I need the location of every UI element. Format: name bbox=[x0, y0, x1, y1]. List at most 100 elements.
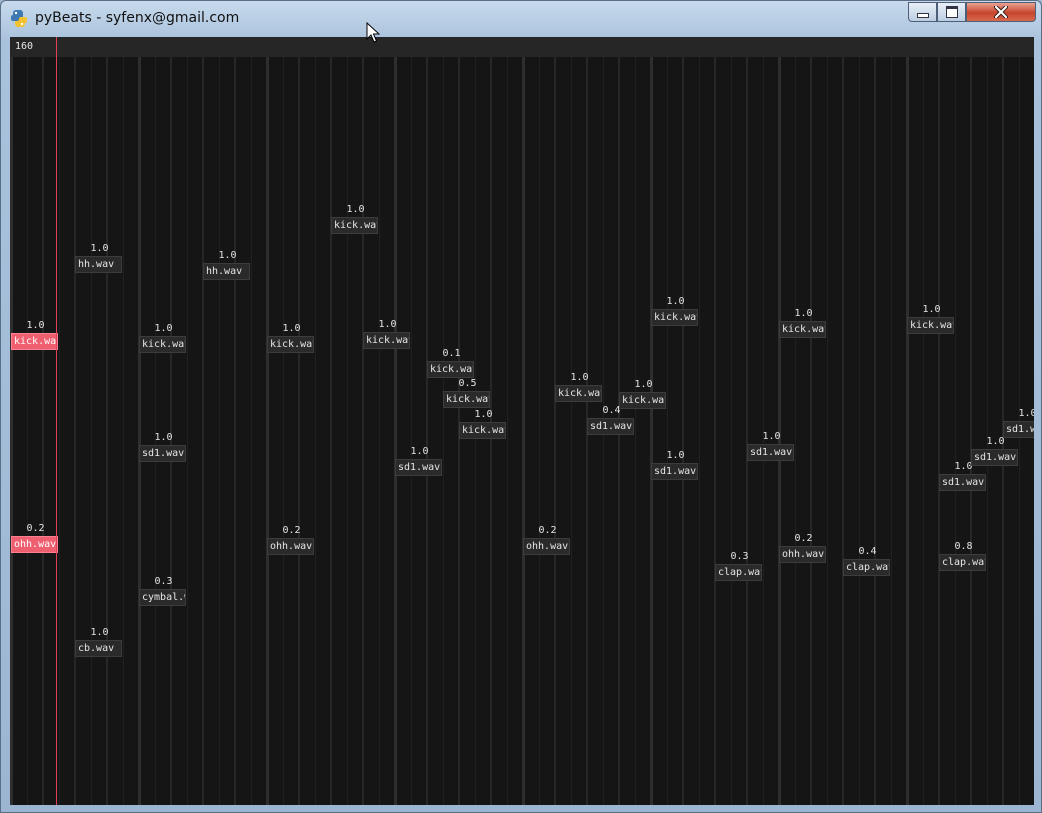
grid-line bbox=[234, 57, 236, 805]
grid-line bbox=[443, 57, 444, 805]
grid-line bbox=[59, 57, 60, 805]
note-sample-label: kick.wav bbox=[142, 339, 186, 350]
note-sample-box: sd1.wav bbox=[139, 445, 186, 462]
grid-line bbox=[650, 57, 653, 805]
grid-line bbox=[714, 57, 716, 805]
grid-line bbox=[923, 57, 924, 805]
note-sample-label: clap.wav bbox=[942, 557, 986, 568]
note-sample-label: ohh.wav bbox=[526, 541, 569, 552]
note-sample-label: ohh.wav bbox=[14, 539, 57, 550]
note-sample-box: ohh.wav bbox=[523, 538, 570, 555]
close-button[interactable] bbox=[966, 2, 1036, 22]
note-sample-label: sd1.wav bbox=[590, 421, 633, 432]
minimize-icon bbox=[916, 12, 929, 18]
note-sample-box: ohh.wav bbox=[267, 538, 314, 555]
note-volume: 1.0 bbox=[762, 431, 781, 442]
grid-line bbox=[74, 57, 76, 805]
note-sample-box: kick.wav bbox=[267, 336, 314, 353]
sequencer-canvas[interactable]: 160 1.0 kick.wav 0.2 ohh.wav 1.0 hh.wav 1.0 cb.… bbox=[10, 37, 1034, 805]
mouse-cursor-icon bbox=[366, 22, 380, 43]
grid-line bbox=[827, 57, 828, 805]
note-sample-box: hh.wav bbox=[203, 263, 250, 280]
note-sample-box: kick.wav bbox=[651, 309, 698, 326]
grid-line bbox=[10, 57, 13, 805]
note-volume: 1.0 bbox=[570, 372, 589, 383]
note-volume: 1.0 bbox=[154, 323, 173, 334]
grid-line bbox=[667, 57, 668, 805]
grid-line bbox=[507, 57, 508, 805]
note-volume: 0.2 bbox=[538, 525, 557, 536]
grid-line bbox=[170, 57, 172, 805]
note-sample-label: kick.wav bbox=[462, 425, 506, 436]
note-sample-box: clap.wav bbox=[843, 559, 890, 576]
note-sample-label: sd1.wav bbox=[142, 448, 185, 459]
grid-line bbox=[426, 57, 428, 805]
grid-line bbox=[138, 57, 141, 805]
grid-line bbox=[874, 57, 876, 805]
title-bar[interactable]: pyBeats - syfenx@gmail.com bbox=[1, 1, 1041, 37]
grid-line bbox=[571, 57, 572, 805]
grid-line bbox=[682, 57, 684, 805]
note-sample-box: sd1.wav bbox=[1003, 421, 1034, 438]
note-volume: 1.0 bbox=[1018, 408, 1034, 419]
grid-line bbox=[810, 57, 812, 805]
grid-line bbox=[251, 57, 252, 805]
grid-line bbox=[347, 57, 348, 805]
grid-line bbox=[298, 57, 300, 805]
note-sample-label: sd1.wav bbox=[1006, 424, 1034, 435]
note-sample-box: sd1.wav bbox=[939, 474, 986, 491]
grid-line bbox=[731, 57, 732, 805]
minimize-button[interactable] bbox=[908, 2, 937, 22]
note-sample-label: sd1.wav bbox=[942, 477, 985, 488]
note-sample-label: sd1.wav bbox=[398, 462, 441, 473]
grid-line bbox=[554, 57, 556, 805]
note-sample-label: clap.wav bbox=[846, 562, 890, 573]
grid-line bbox=[970, 57, 972, 805]
note-sample-label: clap.wav bbox=[718, 567, 762, 578]
note-sample-box: kick.wav bbox=[555, 385, 602, 402]
grid-line bbox=[42, 57, 44, 805]
grid-line bbox=[266, 57, 269, 805]
playhead[interactable] bbox=[56, 37, 57, 805]
grid-line bbox=[842, 57, 844, 805]
note-sample-label: kick.wav bbox=[14, 336, 58, 347]
note-volume: 1.0 bbox=[666, 296, 685, 307]
note-volume: 0.2 bbox=[282, 525, 301, 536]
note-sample-box: sd1.wav bbox=[395, 459, 442, 476]
note-volume: 0.1 bbox=[442, 348, 461, 359]
note-sample-box: kick.wav bbox=[619, 392, 666, 409]
note-sample-box: kick.wav bbox=[139, 336, 186, 353]
note-volume: 1.0 bbox=[922, 304, 941, 315]
note-sample-label: kick.wav bbox=[334, 220, 378, 231]
grid-line bbox=[394, 57, 397, 805]
grid-line bbox=[362, 57, 364, 805]
grid-line bbox=[27, 57, 28, 805]
grid-line bbox=[938, 57, 940, 805]
note-sample-label: sd1.wav bbox=[974, 452, 1017, 463]
note-sample-box: cymbal.wav bbox=[139, 589, 186, 606]
note-sample-box: sd1.wav bbox=[747, 444, 794, 461]
note-sample-label: kick.wav bbox=[558, 388, 602, 399]
note-sample-box: ohh.wav bbox=[779, 546, 826, 563]
note-volume: 1.0 bbox=[90, 243, 109, 254]
note-sample-box: kick.wav bbox=[779, 321, 826, 338]
maximize-button[interactable] bbox=[937, 2, 966, 22]
note-volume: 1.0 bbox=[378, 319, 397, 330]
note-sample-label: kick.wav bbox=[430, 364, 474, 375]
note-volume: 1.0 bbox=[666, 450, 685, 461]
note-sample-label: ohh.wav bbox=[782, 549, 825, 560]
note-sample-box: sd1.wav bbox=[971, 449, 1018, 466]
note-sample-label: kick.wav bbox=[446, 394, 490, 405]
note-sample-label: hh.wav bbox=[206, 266, 243, 277]
note-volume: 1.0 bbox=[26, 320, 45, 331]
note-sample-label: kick.wav bbox=[270, 339, 314, 350]
note-sample-box: kick.wav bbox=[363, 332, 410, 349]
note-volume: 1.0 bbox=[218, 250, 237, 261]
app-window: pyBeats - syfenx@gmail.com 160 1.0 kick.w… bbox=[0, 0, 1042, 813]
note-volume: 0.3 bbox=[154, 576, 173, 587]
note-volume: 1.0 bbox=[410, 446, 429, 457]
note-sample-box: cb.wav bbox=[75, 640, 122, 657]
grid-line bbox=[187, 57, 188, 805]
grid-line bbox=[906, 57, 909, 805]
note-sample-label: cymbal.wav bbox=[142, 592, 185, 603]
